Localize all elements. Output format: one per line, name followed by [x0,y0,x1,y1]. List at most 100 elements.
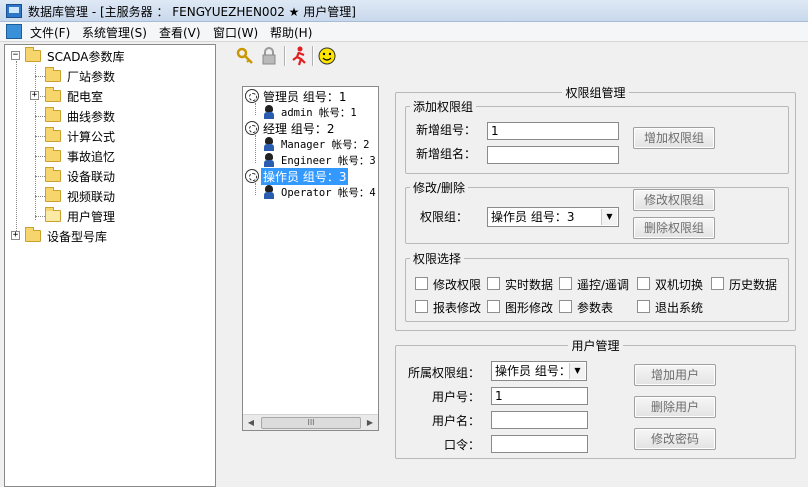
panel-title: 用户管理 [571,339,620,353]
scroll-thumb[interactable]: III [261,417,361,429]
menu-window[interactable]: 窗口(W) [211,24,260,41]
folder-icon [45,67,61,82]
toolbar [230,44,808,68]
folder-icon [25,227,41,242]
group-icon [245,121,259,135]
user-icon [263,185,275,199]
user-icon [263,105,275,119]
user-icon [263,153,275,167]
user-label: Engineer 帐号：3 [281,155,376,167]
tree-line [255,103,256,115]
section-title: 权限选择 [413,252,462,266]
password-label: 口令： [444,438,481,452]
perm-checkbox-graphic[interactable] [487,300,500,313]
new-group-name-input[interactable] [487,146,619,164]
smiley-icon[interactable] [316,45,338,67]
perm-label: 参数表 [577,301,614,315]
add-user-button[interactable]: 增加用户 [634,364,716,386]
tree-node-device-model[interactable]: + 设备型号库 [5,227,213,245]
user-name-input[interactable] [491,411,588,429]
perm-checkbox-report[interactable] [415,300,428,313]
add-group-button[interactable]: 增加权限组 [633,127,715,149]
run-icon[interactable] [288,45,310,67]
new-group-name-label: 新增组名： [416,147,477,161]
menu-file[interactable]: 文件(F) [28,24,72,41]
menu-view[interactable]: 查看(V) [157,24,203,41]
tree-label: 配电室 [67,90,104,104]
tree-node-station[interactable]: 厂站参数 [5,67,213,85]
perm-checkbox-param-table[interactable] [559,300,572,313]
tree-node-accident[interactable]: 事故追忆 [5,147,213,165]
section-title: 添加权限组 [413,100,474,114]
perm-checkbox-remote-control[interactable] [559,277,572,290]
user-group-value: 操作员 组号： [495,364,571,378]
perm-label: 图形修改 [505,301,554,315]
user-label: Manager 帐号：2 [281,139,370,151]
toolbar-separator [312,46,314,66]
collapse-icon[interactable]: − [11,51,20,60]
menu-system[interactable]: 系统管理(S) [80,24,149,41]
user-label: admin 帐号：1 [281,107,357,119]
delete-group-button[interactable]: 删除权限组 [633,217,715,239]
tree-label: 设备联动 [67,170,116,184]
perm-checkbox-realtime[interactable] [487,277,500,290]
perm-label: 遥控/遥调 [577,278,630,292]
modify-group-button[interactable]: 修改权限组 [633,189,715,211]
perm-checkbox-modify-perm[interactable] [415,277,428,290]
horizontal-scrollbar[interactable]: ◀ III ▶ [243,414,378,430]
folder-icon [45,167,61,182]
group-icon [245,89,259,103]
tree-label: SCADA参数库 [47,50,125,64]
user-label: Operator 帐号：4 [281,187,376,199]
group-select-value: 操作员 组号：3 [491,210,575,224]
group-select-dropdown[interactable]: 操作员 组号：3 ▼ [487,207,619,227]
app-icon [6,4,22,18]
user-no-label: 用户号： [432,390,481,404]
user-no-input[interactable]: 1 [491,387,588,405]
tree-line [255,183,256,195]
password-input[interactable] [491,435,588,453]
perm-checkbox-exit-system[interactable] [637,300,650,313]
tree-node-scada[interactable]: − SCADA参数库 [5,47,213,65]
group-label-selected: 操作员 组号：3 [261,168,349,185]
folder-icon [45,147,61,162]
lock-icon[interactable] [258,45,280,67]
menu-bar: 文件(F) 系统管理(S) 查看(V) 窗口(W) 帮助(H) [0,22,808,42]
change-password-button[interactable]: 修改密码 [634,428,716,450]
tree-line [255,135,256,163]
perm-label: 实时数据 [505,278,554,292]
tree-label: 事故追忆 [67,150,116,164]
document-icon[interactable] [6,24,22,39]
expand-icon[interactable]: + [30,91,39,100]
tree-node-curve[interactable]: 曲线参数 [5,107,213,125]
user-icon [263,137,275,151]
group-icon [245,169,259,183]
tree-node-device-link[interactable]: 设备联动 [5,167,213,185]
folder-icon [45,107,61,122]
perm-checkbox-history[interactable] [711,277,724,290]
key-icon[interactable] [234,45,256,67]
scroll-left-icon[interactable]: ◀ [243,415,259,431]
chevron-down-icon[interactable]: ▼ [601,209,617,225]
tree-node-substation[interactable]: + 配电室 [5,87,213,105]
perm-checkbox-dual-switch[interactable] [637,277,650,290]
user-group-dropdown[interactable]: 操作员 组号： ▼ [491,361,587,381]
scroll-right-icon[interactable]: ▶ [362,415,378,431]
folder-icon [45,87,61,102]
tree-node-user-mgmt[interactable]: 用户管理 [5,207,213,225]
folder-icon [45,127,61,142]
tree-node-formula[interactable]: 计算公式 [5,127,213,145]
folder-icon [45,187,61,202]
tree-label: 厂站参数 [67,70,116,84]
tree-label: 视频联动 [67,190,116,204]
expand-icon[interactable]: + [11,231,20,240]
chevron-down-icon[interactable]: ▼ [569,363,585,379]
pane-splitter[interactable] [217,44,229,487]
new-group-id-input[interactable]: 1 [487,122,619,140]
user-name-label: 用户名： [432,414,481,428]
perm-label: 报表修改 [433,301,482,315]
database-tree: − SCADA参数库 厂站参数 + 配电室 曲线参数 计算公式 事故追忆 设备联… [4,44,216,487]
tree-node-video-link[interactable]: 视频联动 [5,187,213,205]
delete-user-button[interactable]: 删除用户 [634,396,716,418]
menu-help[interactable]: 帮助(H) [268,24,314,41]
